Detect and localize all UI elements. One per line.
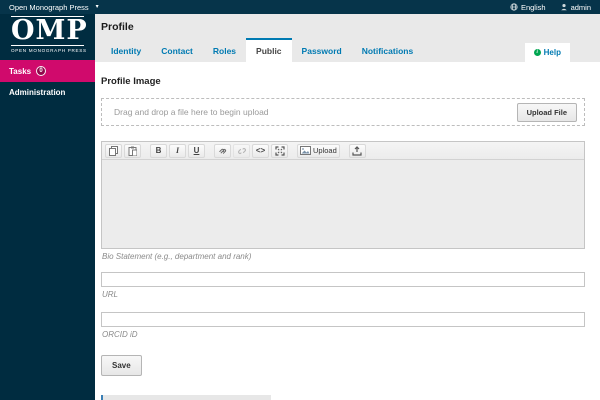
- tab-content: Profile Image Drag and drop a file here …: [95, 76, 600, 376]
- omp-logo: OMP OPEN MONOGRAPH PRESS: [0, 16, 95, 60]
- image-icon: [300, 146, 311, 155]
- help-button[interactable]: i Help: [524, 43, 570, 62]
- copy-icon: [109, 145, 118, 156]
- upload-label: Upload: [313, 146, 337, 155]
- editor-toolbar: B I U <> Upload: [102, 142, 584, 160]
- bold-button[interactable]: B: [150, 143, 167, 158]
- fullscreen-button[interactable]: [271, 143, 288, 158]
- globe-icon: [510, 3, 518, 11]
- underline-button[interactable]: U: [188, 143, 205, 158]
- save-button[interactable]: Save: [101, 355, 142, 376]
- help-info-icon: i: [533, 49, 541, 56]
- dropzone-hint: Drag and drop a file here to begin uploa…: [114, 107, 269, 117]
- administration-label: Administration: [9, 88, 66, 98]
- tab-bar: Identity Contact Roles Public Password N…: [101, 38, 423, 62]
- bio-statement-label: Bio Statement (e.g., department and rank…: [102, 252, 252, 261]
- user-icon: [560, 3, 567, 11]
- tasks-label: Tasks: [9, 66, 32, 76]
- section-title-profile-image: Profile Image: [101, 76, 161, 87]
- tab-identity[interactable]: Identity: [101, 38, 151, 62]
- site-name-label: Open Monograph Press: [9, 2, 89, 12]
- copy-button[interactable]: [105, 143, 122, 158]
- unlink-icon: [237, 147, 246, 154]
- unlink-button[interactable]: [233, 143, 250, 158]
- image-upload-button[interactable]: Upload: [297, 143, 340, 158]
- tab-public[interactable]: Public: [246, 38, 292, 62]
- bio-richtext-editor: B I U <> Upload: [101, 141, 585, 249]
- next-section-partial: [101, 395, 271, 400]
- link-icon: [218, 148, 226, 154]
- link-button[interactable]: [214, 143, 231, 158]
- user-menu[interactable]: admin: [560, 3, 591, 12]
- tab-password[interactable]: Password: [292, 38, 352, 62]
- paste-button[interactable]: [124, 143, 141, 158]
- user-label: admin: [570, 2, 591, 12]
- italic-button[interactable]: I: [169, 143, 186, 158]
- bio-statement-editable-area[interactable]: [102, 160, 584, 248]
- tasks-count-badge: 0: [36, 66, 47, 77]
- language-menu[interactable]: English: [510, 3, 546, 12]
- upload-file-button[interactable]: Upload File: [516, 102, 577, 122]
- upload-tray-button[interactable]: [348, 143, 366, 158]
- main-panel: Profile Identity Contact Roles Public Pa…: [95, 14, 600, 400]
- tab-roles[interactable]: Roles: [203, 38, 246, 62]
- top-bar: Open Monograph Press ▾ English admin: [0, 0, 600, 14]
- tab-notifications[interactable]: Notifications: [352, 38, 423, 62]
- source-code-button[interactable]: <>: [252, 143, 269, 158]
- logo-subtext: OPEN MONOGRAPH PRESS: [11, 48, 87, 54]
- logo-text: OMP: [11, 15, 88, 46]
- file-dropzone[interactable]: Drag and drop a file here to begin uploa…: [101, 98, 585, 126]
- help-label: Help: [543, 48, 561, 57]
- orcid-label: ORCID iD: [102, 330, 138, 339]
- page-title: Profile: [101, 21, 134, 33]
- sidebar-item-administration[interactable]: Administration: [0, 82, 95, 103]
- caret-down-icon: ▾: [95, 4, 99, 10]
- url-label: URL: [102, 290, 119, 299]
- page-header: Profile Identity Contact Roles Public Pa…: [95, 14, 600, 62]
- sidebar-item-tasks[interactable]: Tasks 0: [0, 60, 95, 83]
- paste-icon: [128, 146, 137, 156]
- upload-tray-icon: [352, 145, 362, 156]
- tab-contact[interactable]: Contact: [151, 38, 203, 62]
- fullscreen-icon: [274, 145, 285, 156]
- site-name-dropdown[interactable]: Open Monograph Press ▾: [9, 3, 99, 12]
- url-input[interactable]: [101, 272, 585, 287]
- language-label: English: [520, 2, 546, 12]
- orcid-input[interactable]: [101, 312, 585, 327]
- sidebar: OMP OPEN MONOGRAPH PRESS Tasks 0 Adminis…: [0, 14, 95, 400]
